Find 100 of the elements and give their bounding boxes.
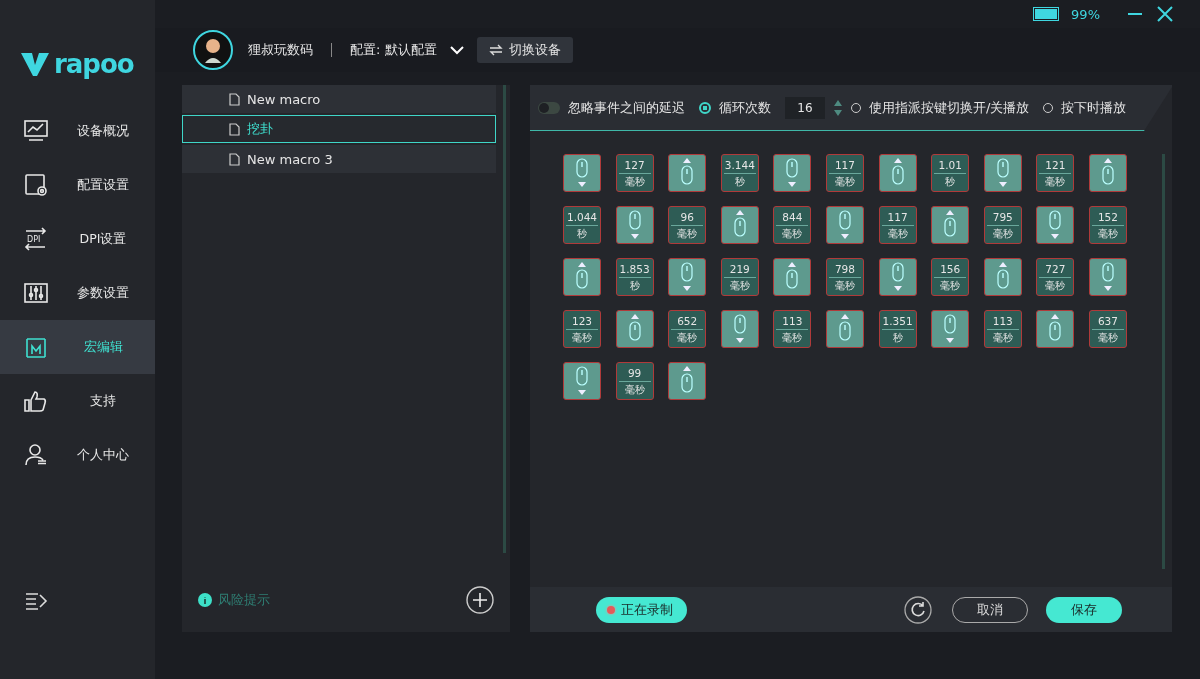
delay-event[interactable]: 798 毫秒: [825, 258, 864, 296]
sidebar-item[interactable]: 宏编辑: [0, 320, 155, 374]
delay-event[interactable]: 727 毫秒: [1036, 258, 1075, 296]
mouse-up-arrow-icon: [732, 210, 747, 240]
delay-event[interactable]: 219 毫秒: [720, 258, 759, 296]
mouse-up-event[interactable]: [983, 258, 1022, 296]
option-label: 忽略事件之间的延迟: [568, 98, 685, 117]
document-icon: [229, 92, 240, 106]
option-label: 使用指派按键切换开/关播放: [869, 98, 1030, 117]
delay-event[interactable]: 99 毫秒: [615, 362, 654, 400]
sidebar-item[interactable]: 配置设置: [0, 158, 155, 212]
delay-event[interactable]: 117 毫秒: [878, 206, 917, 244]
mouse-up-arrow-icon: [995, 262, 1010, 292]
mouse-up-event[interactable]: [1088, 154, 1127, 192]
sidebar-item[interactable]: DPI DPI设置: [0, 212, 155, 266]
mouse-down-event[interactable]: [773, 154, 812, 192]
delay-event[interactable]: 117 毫秒: [825, 154, 864, 192]
mouse-up-event[interactable]: [825, 310, 864, 348]
delay-event[interactable]: 152 毫秒: [1088, 206, 1127, 244]
mouse-down-event[interactable]: [1036, 206, 1075, 244]
user-icon: [23, 443, 49, 467]
sidebar-item[interactable]: 参数设置: [0, 266, 155, 320]
recording-button[interactable]: 正在录制: [596, 596, 687, 623]
scrollbar[interactable]: [503, 85, 506, 553]
mouse-down-event[interactable]: [878, 258, 917, 296]
mouse-up-event[interactable]: [1036, 310, 1075, 348]
mouse-down-event[interactable]: [615, 206, 654, 244]
sidebar-item[interactable]: 支持: [0, 374, 155, 428]
switch-device-button[interactable]: 切换设备: [476, 37, 573, 63]
mouse-up-event[interactable]: [615, 310, 654, 348]
add-icon[interactable]: [466, 586, 494, 614]
sliders-icon: [23, 281, 49, 305]
macro-item[interactable]: New macro: [182, 85, 496, 113]
mouse-down-event[interactable]: [668, 258, 707, 296]
option-label: 按下时播放: [1061, 98, 1127, 117]
delay-event[interactable]: 1.044 秒: [563, 206, 601, 244]
delay-event[interactable]: 121 毫秒: [1036, 154, 1075, 192]
save-button[interactable]: 保存: [1046, 596, 1122, 623]
option-label: 循环次数: [719, 98, 771, 117]
profile-name: 配置: 默认配置: [350, 41, 437, 59]
mouse-down-event[interactable]: [931, 310, 970, 348]
mouse-down-arrow-icon: [785, 158, 800, 188]
mouse-down-arrow-icon: [890, 262, 905, 292]
delay-event[interactable]: 96 毫秒: [668, 206, 707, 244]
mouse-up-event[interactable]: [773, 258, 812, 296]
radio-button[interactable]: [699, 101, 711, 114]
delay-event[interactable]: 3.144 秒: [720, 154, 759, 192]
delay-event[interactable]: 113 毫秒: [773, 310, 812, 348]
delay-event[interactable]: 1.853 秒: [615, 258, 654, 296]
thumbs-up-icon: [23, 389, 49, 413]
mouse-up-arrow-icon: [680, 158, 695, 188]
scrollbar[interactable]: [1162, 154, 1165, 569]
toggle-switch[interactable]: [538, 101, 560, 114]
mouse-down-event[interactable]: [720, 310, 759, 348]
mouse-down-event[interactable]: [1088, 258, 1127, 296]
delay-event[interactable]: 795 毫秒: [983, 206, 1022, 244]
spinner-arrows-icon[interactable]: [833, 98, 843, 117]
mouse-down-arrow-icon: [1048, 210, 1063, 240]
user-name: 狸叔玩数码: [248, 41, 313, 59]
mouse-down-arrow-icon: [575, 158, 589, 188]
avatar: [192, 29, 234, 71]
mouse-up-event[interactable]: [931, 206, 970, 244]
close-icon[interactable]: [1156, 5, 1174, 23]
refresh-icon[interactable]: [904, 595, 932, 624]
mouse-up-arrow-icon: [837, 314, 852, 344]
mouse-up-arrow-icon: [680, 366, 695, 396]
mouse-up-arrow-icon: [943, 210, 958, 240]
swap-arrows-icon: [488, 44, 503, 56]
mouse-down-arrow-icon: [627, 210, 642, 240]
delay-event[interactable]: 1.351 秒: [878, 310, 917, 348]
mouse-down-event[interactable]: [983, 154, 1022, 192]
mouse-up-event[interactable]: [720, 206, 759, 244]
macro-item[interactable]: New macro 3: [182, 145, 496, 173]
document-icon: [229, 152, 240, 166]
loop-count-field[interactable]: 16: [785, 96, 825, 119]
mouse-up-event[interactable]: [668, 362, 707, 400]
sidebar-item[interactable]: 个人中心: [0, 428, 155, 482]
mouse-down-arrow-icon: [995, 158, 1010, 188]
macro-icon: [23, 335, 49, 359]
mouse-down-event[interactable]: [825, 206, 864, 244]
chevron-down-icon[interactable]: [448, 44, 465, 56]
delay-event[interactable]: 123 毫秒: [563, 310, 601, 348]
delay-event[interactable]: 113 毫秒: [983, 310, 1022, 348]
delay-event[interactable]: 156 毫秒: [931, 258, 970, 296]
document-icon: [229, 122, 240, 136]
mouse-up-event[interactable]: [668, 154, 707, 192]
mouse-up-event[interactable]: [878, 154, 917, 192]
mouse-up-arrow-icon: [1100, 158, 1115, 188]
mouse-down-arrow-icon: [575, 366, 589, 396]
mouse-up-arrow-icon: [785, 262, 800, 292]
delay-event[interactable]: 652 毫秒: [668, 310, 707, 348]
battery-icon: [1033, 7, 1060, 21]
sidebar-item[interactable]: 设备概况: [0, 104, 155, 158]
delay-event[interactable]: 637 毫秒: [1088, 310, 1127, 348]
mouse-up-arrow-icon: [890, 158, 905, 188]
delay-event[interactable]: 844 毫秒: [773, 206, 812, 244]
macro-item[interactable]: 挖卦: [182, 115, 496, 143]
delay-event[interactable]: 1.01 秒: [931, 154, 970, 192]
delay-event[interactable]: 127 毫秒: [615, 154, 654, 192]
collapse-menu-icon[interactable]: [24, 591, 48, 611]
